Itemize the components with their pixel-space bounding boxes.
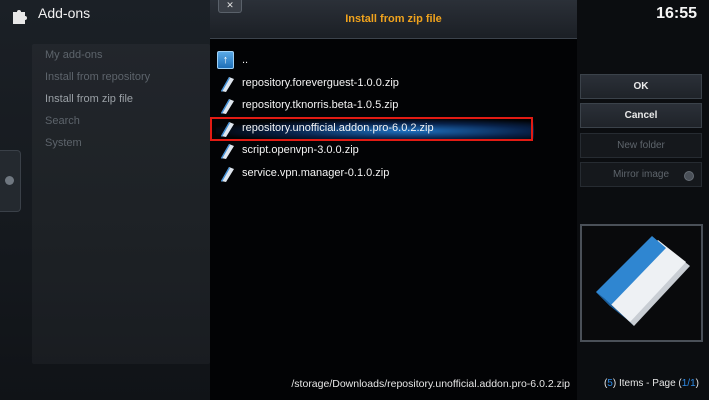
sidebar-item-install-from-repository[interactable]: Install from repository: [32, 66, 210, 88]
current-path: /storage/Downloads/repository.unofficial…: [291, 378, 570, 390]
app-title: Add-ons: [38, 5, 91, 21]
sidebar-item-system[interactable]: System: [32, 132, 210, 154]
file-name: repository.tknorris.beta-1.0.5.zip: [242, 99, 399, 111]
file-name: service.vpn.manager-0.1.0.zip: [242, 166, 390, 179]
ok-button[interactable]: OK: [580, 74, 702, 99]
addon-puzzle-icon: [13, 10, 27, 24]
zip-file-icon: [221, 166, 234, 182]
file-row[interactable]: repository.tknorris.beta-1.0.5.zip: [210, 95, 577, 118]
items-text: ) Items - Page (: [612, 378, 682, 389]
book-preview-icon: [596, 236, 690, 326]
zip-file-icon: [221, 144, 234, 159]
zip-file-icon: [221, 99, 234, 114]
items-close: ): [695, 378, 699, 389]
dialog-header: ✕ Install from zip file: [210, 0, 577, 39]
file-row[interactable]: service.vpn.manager-0.1.0.zip: [210, 163, 577, 186]
sidebar-item-my-addons[interactable]: My add-ons: [32, 44, 210, 66]
folder-up-icon: ↑: [217, 51, 234, 69]
file-row-selected[interactable]: repository.unofficial.addon.pro-6.0.2.zi…: [210, 116, 577, 141]
zip-file-icon: [221, 76, 234, 92]
page-number: 1/1: [681, 378, 696, 389]
clock: 16:55: [656, 5, 697, 22]
app-header: Add-ons: [0, 0, 210, 30]
file-name: repository.unofficial.addon.pro-6.0.2.zi…: [242, 121, 434, 134]
side-tab-dot-icon: [5, 176, 14, 185]
file-name: script.openvpn-3.0.0.zip: [242, 144, 359, 156]
file-name: repository.foreverguest-1.0.0.zip: [242, 76, 399, 89]
mirror-image-label: Mirror image: [612, 169, 670, 180]
new-folder-button[interactable]: New folder: [580, 133, 702, 158]
cancel-button[interactable]: Cancel: [580, 103, 702, 128]
items-page-info: (5) Items - Page (1/1): [604, 378, 699, 389]
file-list: ↑ .. repository.foreverguest-1.0.0.zip r…: [210, 50, 577, 185]
addons-background-panel: Add-ons My add-ons Install from reposito…: [0, 0, 210, 400]
file-preview: [580, 224, 703, 342]
side-menu-tab[interactable]: [0, 150, 21, 212]
file-row[interactable]: script.openvpn-3.0.0.zip: [210, 140, 577, 163]
sidebar-item-search[interactable]: Search: [32, 110, 210, 132]
close-button[interactable]: ✕: [218, 0, 242, 13]
mirror-image-button[interactable]: Mirror image: [580, 162, 702, 187]
install-from-zip-dialog: ✕ Install from zip file ↑ .. repository.…: [210, 0, 577, 400]
radio-dot-icon: [684, 171, 694, 181]
zip-file-icon: [221, 121, 234, 137]
sidebar-item-install-from-zip[interactable]: Install from zip file: [32, 88, 210, 110]
dialog-title: Install from zip file: [345, 13, 442, 25]
addons-menu: My add-ons Install from repository Insta…: [32, 44, 210, 364]
parent-folder-label: ..: [242, 54, 249, 66]
parent-folder-row[interactable]: ↑ ..: [210, 50, 577, 73]
file-row[interactable]: repository.foreverguest-1.0.0.zip: [210, 73, 577, 96]
dialog-actions-panel: OK Cancel New folder Mirror image (5) It…: [577, 0, 709, 400]
